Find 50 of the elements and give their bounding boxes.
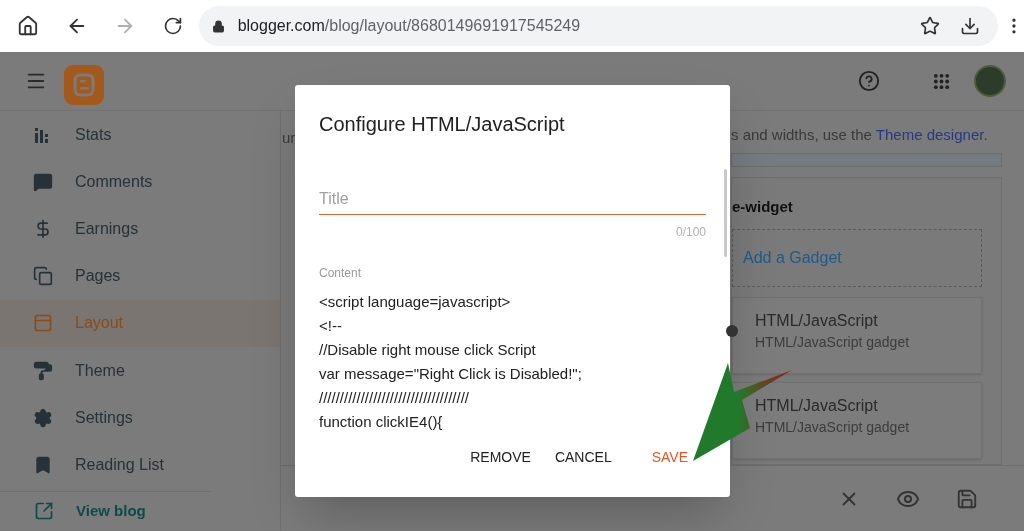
sidebar-item[interactable]: Stats (0, 111, 280, 159)
view-blog-link[interactable]: View blog (0, 491, 280, 531)
apps-grid-icon[interactable] (933, 72, 950, 90)
sidebar-item[interactable]: Pages (0, 252, 280, 300)
comment-icon (33, 171, 53, 192)
avatar[interactable] (974, 65, 1006, 97)
code-line: <!-- (319, 316, 343, 336)
dialog-title: Configure HTML/JavaScript (318, 112, 566, 137)
intro-text: s and widths, use the Theme designer. (731, 126, 989, 144)
content-editor[interactable]: <script language=javascript> <!-- //Disable right mouse click Script var message="Right Click is Disabled!"; //////////////////////////////////// function clickIE4(){ (319, 290, 706, 434)
url-text: blogger.com/blog/layout/8680149691917545249 (237, 16, 581, 36)
sidebar-item[interactable]: Theme (0, 347, 280, 395)
gadget-subtitle: HTML/JavaScript gadget (755, 332, 911, 352)
paint-roller-icon (33, 360, 53, 381)
gadget-subtitle: HTML/JavaScript gadget (755, 417, 911, 437)
save-icon[interactable] (956, 487, 978, 510)
help-icon[interactable] (858, 70, 880, 92)
dialog-button[interactable]: REMOVE (460, 441, 541, 473)
code-line: var message="Right Click is Disabled!"; (319, 364, 583, 384)
gadget-card[interactable]: HTML/JavaScript HTML/JavaScript gadget (732, 296, 982, 374)
theme-designer-link[interactable]: Theme designer (875, 126, 984, 143)
code-line: function clickIE4(){ (319, 412, 444, 432)
home-icon[interactable] (17, 15, 39, 37)
char-counter: 0/100 (675, 224, 706, 241)
bookmark-star-icon[interactable] (920, 16, 941, 36)
dialog-button[interactable]: CANCEL (544, 441, 622, 473)
address-bar[interactable]: blogger.com/blog/layout/8680149691917545249 (198, 6, 999, 46)
add-gadget-button[interactable]: Add a Gadget (732, 228, 982, 287)
settings-icon (33, 407, 53, 428)
section-title: e-widget (732, 197, 794, 217)
code-line: <script language=javascript> (319, 292, 512, 312)
sidebar-item[interactable]: Reading List (0, 441, 280, 489)
code-line: //Disable right mouse click Script (319, 340, 537, 360)
download-icon[interactable] (960, 16, 981, 36)
gadget-title: HTML/JavaScript (755, 310, 879, 331)
code-line: //////////////////////////////////// (319, 388, 471, 408)
pages-icon (33, 266, 53, 287)
reload-icon[interactable] (162, 16, 183, 36)
sidebar-item[interactable]: Earnings (0, 205, 280, 253)
layout-icon (33, 313, 53, 334)
save-button[interactable]: SAVE (649, 441, 690, 473)
gadget-card[interactable]: HTML/JavaScript HTML/JavaScript gadget (732, 381, 982, 459)
intro-text: ur (281, 129, 296, 146)
content-label: Content (319, 265, 363, 282)
sidebar-item[interactable]: Settings (0, 394, 280, 442)
sidebar-item[interactable]: Comments (0, 158, 280, 206)
gadget-title: HTML/JavaScript (755, 395, 879, 416)
bookmark-icon (33, 455, 53, 475)
external-link-icon (34, 501, 54, 522)
lock-icon (211, 19, 225, 33)
